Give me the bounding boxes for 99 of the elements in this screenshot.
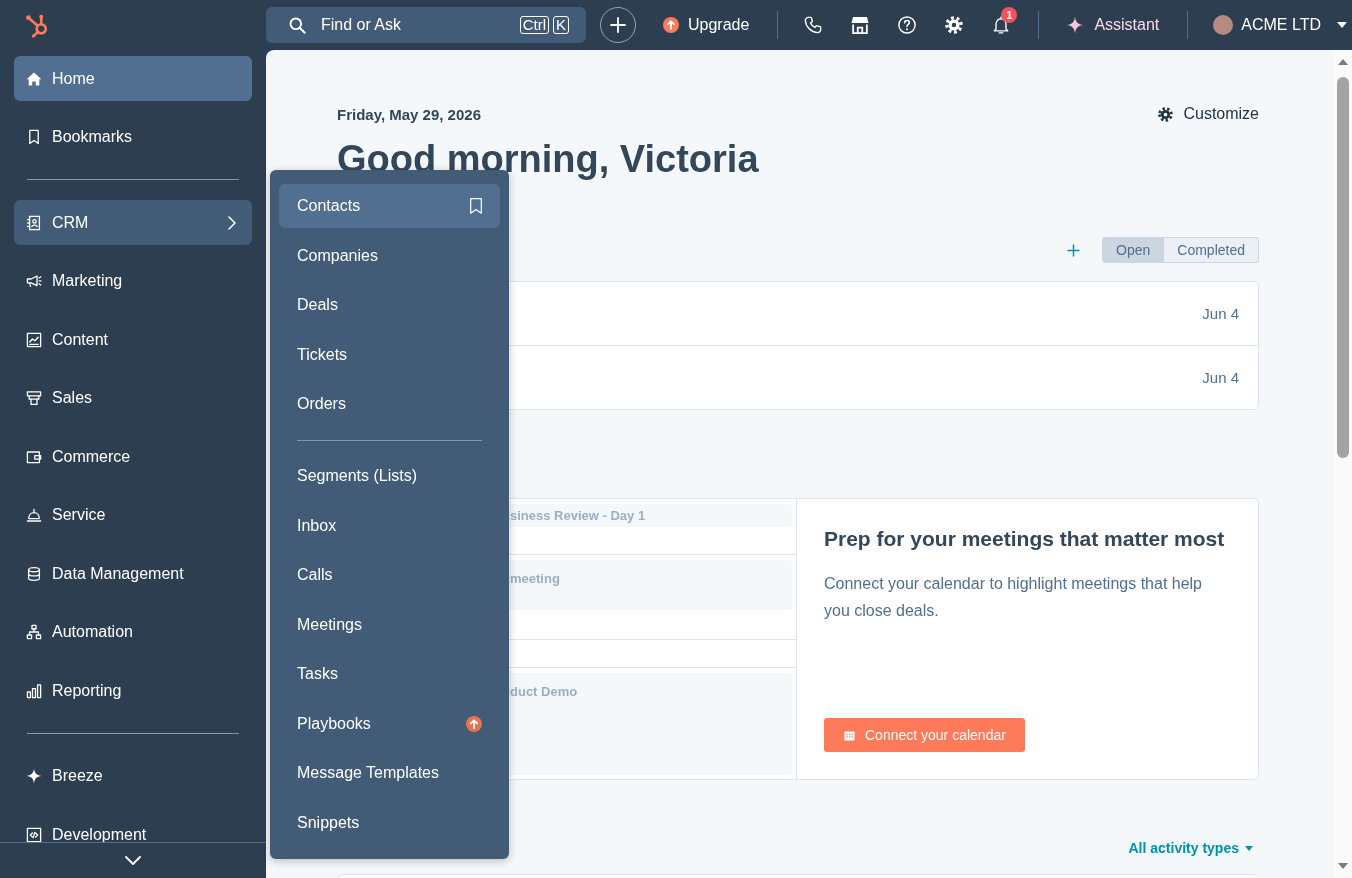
search-icon — [289, 17, 306, 34]
menu-item[interactable]: Meetings — [279, 602, 500, 647]
shortcut-key: Ctrl — [519, 16, 549, 34]
arrow-down-icon[interactable] — [1338, 863, 1348, 869]
help-icon[interactable] — [898, 16, 917, 34]
sparkle-icon — [26, 768, 42, 784]
funnel-icon — [26, 390, 42, 406]
menu-item-label: Tickets — [297, 345, 348, 364]
wallet-icon — [26, 448, 42, 465]
nav-label: CRM — [52, 213, 89, 232]
menu-item-label: Playbooks — [297, 714, 371, 733]
nav-label: Reporting — [52, 681, 122, 700]
calendar-icon — [844, 729, 855, 741]
bar-chart-icon — [26, 682, 42, 699]
filter-tab[interactable]: Completed — [1164, 237, 1259, 263]
menu-item[interactable]: Orders — [279, 382, 500, 426]
menu-item[interactable]: Tasks — [279, 652, 500, 696]
settings-icon[interactable] — [945, 16, 964, 34]
assistant-button[interactable]: Assistant — [1066, 10, 1160, 40]
nav-label: Home — [52, 69, 95, 88]
menu-item[interactable]: Deals — [279, 283, 500, 327]
scrollbar-thumb[interactable] — [1337, 77, 1349, 458]
nav-label: Development — [52, 825, 147, 842]
contact-book-icon — [26, 214, 42, 231]
nav-item[interactable]: Development — [14, 812, 252, 842]
nav-item[interactable]: Marketing — [14, 258, 252, 304]
nav-item[interactable]: Content — [14, 317, 252, 362]
menu-item-label: Snippets — [297, 813, 360, 832]
menu-item-label: Inbox — [297, 516, 337, 535]
menu-item-label: Tasks — [297, 665, 338, 683]
nav-item[interactable]: Commerce — [14, 434, 252, 479]
nav-item[interactable]: Breeze — [14, 753, 252, 799]
plus-icon — [610, 17, 626, 33]
nav-item[interactable]: Service — [14, 492, 252, 538]
menu-item[interactable]: Companies — [279, 233, 500, 278]
menu-item-label: Meetings — [297, 615, 362, 634]
nav-item[interactable]: Automation — [14, 609, 252, 655]
prep-text: Connect your calendar to highlight meetings that help you close deals. — [824, 574, 1203, 621]
nav-label: Breeze — [52, 767, 103, 785]
nav-item[interactable]: CRM — [14, 200, 252, 245]
nav-label: Data Management — [52, 564, 184, 583]
storefront-icon[interactable] — [851, 16, 870, 34]
hierarchy-icon — [26, 624, 42, 640]
notification-badge: 1 — [1001, 7, 1018, 23]
nav-label: Content — [52, 330, 109, 349]
arrow-up-icon[interactable] — [1338, 59, 1348, 65]
phone-icon[interactable] — [804, 16, 823, 34]
menu-item-label: Orders — [297, 395, 346, 413]
menu-item-label: Segments (Lists) — [297, 467, 418, 485]
bookmark-icon — [26, 129, 42, 145]
shortcut-key: K — [553, 16, 569, 34]
menu-item-label: Deals — [297, 296, 338, 314]
menu-item[interactable]: Message Templates — [279, 751, 500, 795]
nav-label: Commerce — [52, 447, 131, 466]
menu-item[interactable]: Playbooks — [279, 701, 500, 746]
bookmark-icon[interactable] — [470, 198, 482, 214]
upgrade-button[interactable]: Upgrade — [663, 10, 750, 40]
due-date: Jun 4 — [1202, 305, 1239, 322]
code-icon — [26, 826, 42, 842]
menu-item[interactable]: Segments (Lists) — [279, 454, 500, 498]
nav-label: Service — [52, 506, 106, 524]
nav-label: Automation — [52, 623, 133, 641]
due-date: Jun 4 — [1202, 369, 1239, 386]
upgrade-icon — [663, 17, 679, 33]
menu-item-label: Message Templates — [297, 764, 439, 782]
database-icon — [26, 565, 42, 582]
date-label: Friday, May 29, 2026 — [337, 105, 481, 123]
nav-item[interactable]: Data Management — [14, 551, 252, 596]
nav-label: Sales — [52, 389, 93, 407]
service-bell-icon — [26, 507, 42, 523]
menu-item[interactable]: Contacts — [279, 184, 500, 228]
nav-label: Bookmarks — [52, 128, 133, 146]
prep-title: Prep for your meetings that matter most — [824, 527, 1225, 551]
menu-item-label: Companies — [297, 246, 378, 265]
nav-item[interactable]: Home — [14, 56, 252, 101]
megaphone-icon — [26, 273, 42, 289]
chevron-down-icon[interactable] — [125, 856, 141, 865]
menu-item[interactable]: Inbox — [279, 503, 500, 548]
nav-item[interactable]: Bookmarks — [14, 114, 252, 160]
menu-item[interactable]: Calls — [279, 553, 500, 597]
nav-item[interactable]: Reporting — [14, 668, 252, 713]
filter-tab[interactable]: Open — [1102, 237, 1165, 263]
avatar-icon — [1213, 15, 1234, 35]
chart-document-icon — [26, 331, 42, 348]
menu-item-label: Contacts — [297, 197, 361, 215]
account-menu[interactable]: ACME LTD — [1213, 10, 1347, 40]
settings-icon — [1158, 106, 1174, 122]
chevron-right-icon — [228, 215, 236, 230]
menu-item-label: Calls — [297, 566, 333, 584]
menu-item[interactable]: Snippets — [279, 800, 500, 845]
upgrade-icon — [466, 715, 482, 732]
caret-icon — [1245, 845, 1253, 851]
menu-item[interactable]: Tickets — [279, 332, 500, 377]
plus-icon[interactable] — [1067, 243, 1081, 257]
caret-icon — [1337, 22, 1347, 28]
customize-button[interactable]: Customize — [1158, 105, 1259, 123]
nav-label: Marketing — [52, 272, 123, 290]
nav-item[interactable]: Sales — [14, 375, 252, 421]
house-icon — [26, 70, 42, 87]
